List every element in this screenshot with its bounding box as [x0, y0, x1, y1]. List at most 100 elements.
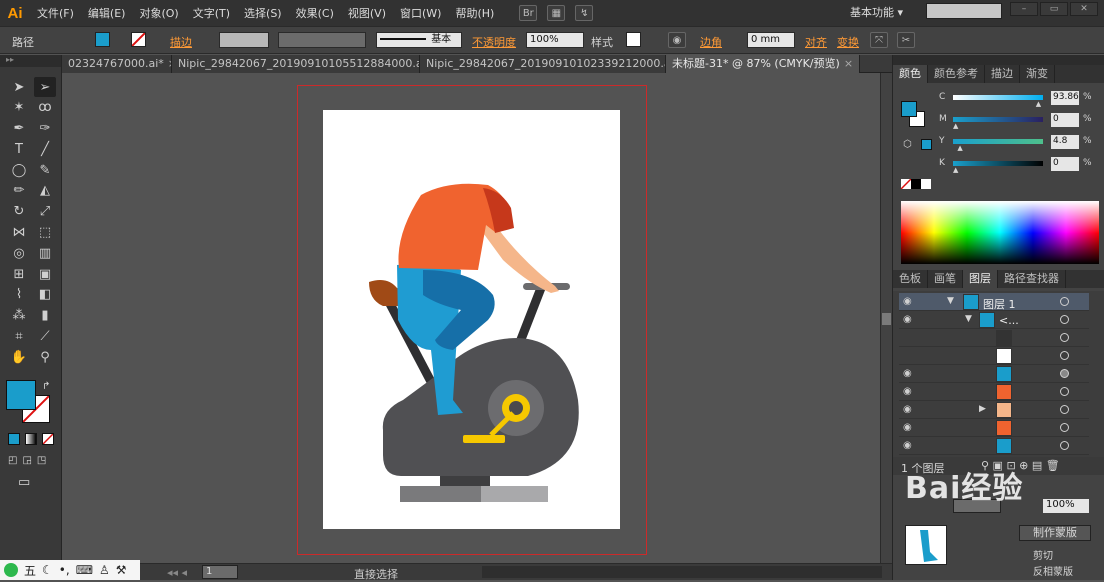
draw-inside-icon[interactable]: ◳ — [37, 455, 46, 466]
channel-slider[interactable] — [953, 161, 1043, 166]
layer-item[interactable]: ◉ — [899, 437, 1089, 455]
color-fill-indicator[interactable] — [901, 101, 917, 117]
panel-tab[interactable]: 色板 — [893, 270, 928, 288]
bridge-icon[interactable]: Br — [519, 5, 538, 21]
channel-value-field[interactable]: 93.86 — [1051, 91, 1079, 105]
ellipse-tool-icon[interactable]: ◯ — [8, 160, 30, 180]
panel-tab[interactable]: 画笔 — [928, 270, 963, 288]
sublayer-row[interactable]: ◉ ▼ <... — [899, 311, 1089, 329]
eye-icon[interactable]: ◉ — [903, 296, 912, 307]
help-search-input[interactable] — [926, 3, 1002, 19]
scale-tool-icon[interactable]: ⤢ — [34, 202, 56, 222]
layer-item[interactable]: ◉ — [899, 419, 1089, 437]
target-icon[interactable] — [1060, 315, 1069, 324]
target-icon[interactable] — [1060, 405, 1069, 414]
fill-color-front[interactable] — [6, 380, 36, 410]
gradient-tool-icon[interactable]: ▣ — [34, 264, 56, 284]
ime-logo-icon[interactable] — [4, 563, 18, 577]
options-icon[interactable]: ✂ — [897, 32, 915, 48]
white-swatch[interactable] — [921, 179, 931, 189]
eraser-tool-icon[interactable]: ◭ — [34, 181, 56, 201]
person-icon[interactable]: ♙ — [99, 563, 110, 577]
cyclist-illustration[interactable] — [323, 110, 620, 529]
eye-icon[interactable]: ◉ — [903, 314, 912, 325]
draw-behind-icon[interactable]: ◲ — [22, 455, 31, 466]
corner-field[interactable]: 0 mm — [747, 32, 795, 48]
transform-link[interactable]: 变换 — [837, 34, 859, 50]
swap-colors-icon[interactable]: ↱ — [42, 381, 50, 392]
make-mask-button[interactable]: 制作蒙版 — [1019, 525, 1091, 541]
opacity-field[interactable]: 100% — [526, 32, 584, 48]
screen-mode-icon[interactable]: ▭ — [18, 475, 30, 490]
eyedropper-tool-icon[interactable]: ⌇ — [8, 285, 30, 305]
panel-tab[interactable]: 渐变 — [1020, 65, 1055, 83]
panel-tab[interactable]: 路径查找器 — [998, 270, 1066, 288]
black-swatch[interactable] — [911, 179, 921, 189]
free-transform-tool-icon[interactable]: ⬚ — [34, 223, 56, 243]
eye-icon[interactable]: ◉ — [903, 440, 912, 451]
artboard-nav-icon[interactable]: ◂◂ ◂ — [167, 566, 187, 579]
panel-tab[interactable]: 描边 — [985, 65, 1020, 83]
target-icon[interactable] — [1060, 351, 1069, 360]
rotate-tool-icon[interactable]: ↻ — [8, 202, 30, 222]
channel-value-field[interactable]: 4.8 — [1051, 135, 1079, 149]
pencil-tool-icon[interactable]: ✏ — [8, 181, 30, 201]
slider-knob[interactable]: ▲ — [957, 144, 962, 152]
none-swatch[interactable] — [901, 179, 911, 189]
tab-close-icon[interactable]: × — [844, 57, 853, 70]
none-mode-icon[interactable] — [42, 433, 54, 445]
maximize-icon[interactable]: ▭ — [1040, 2, 1068, 16]
workspace-switcher[interactable]: 基本功能 ▾ — [850, 4, 903, 20]
isolate-icon[interactable]: ⤧ — [870, 32, 888, 48]
mesh-tool-icon[interactable]: ⊞ — [8, 264, 30, 284]
corner-link[interactable]: 边角 — [700, 34, 722, 50]
stroke-style-dropdown[interactable]: 基本 — [376, 32, 462, 48]
invert-mask-checkbox[interactable]: 反相蒙版 — [1033, 563, 1073, 578]
layer-item[interactable]: ◉ — [899, 365, 1089, 383]
gradient-mode-icon[interactable] — [25, 433, 37, 445]
stroke-swatch[interactable] — [131, 32, 146, 47]
target-icon[interactable] — [1060, 423, 1069, 432]
zoom-tool-icon[interactable]: ⚲ — [34, 347, 56, 367]
line-tool-icon[interactable]: ╱ — [34, 139, 56, 159]
slider-knob[interactable]: ▲ — [953, 122, 958, 130]
layer-item[interactable]: ◉ ▶ — [899, 401, 1089, 419]
ime-mode[interactable]: 五 — [24, 562, 36, 579]
blend-tool-icon[interactable]: ◧ — [34, 285, 56, 305]
close-icon[interactable]: ✕ — [1070, 2, 1098, 16]
lasso-tool-icon[interactable]: ꝏ — [34, 98, 56, 118]
width-tool-icon[interactable]: ⋈ — [8, 223, 30, 243]
punctuation-icon[interactable]: •, — [59, 563, 70, 577]
curvature-tool-icon[interactable]: ✑ — [34, 119, 56, 139]
expand-icon[interactable]: ▼ — [965, 314, 972, 324]
variable-width-dropdown[interactable] — [278, 32, 366, 48]
target-icon[interactable] — [1060, 441, 1069, 450]
stroke-weight-field[interactable] — [219, 32, 269, 48]
direct-selection-tool-icon[interactable]: ➢ — [34, 77, 56, 97]
layer-item[interactable] — [899, 329, 1089, 347]
menu-item[interactable]: 效果(C) — [289, 5, 341, 21]
minimize-icon[interactable]: – — [1010, 2, 1038, 16]
stroke-link[interactable]: 描边 — [170, 34, 192, 50]
channel-value-field[interactable]: 0 — [1051, 113, 1079, 127]
align-link[interactable]: 对齐 — [805, 34, 827, 50]
menu-item[interactable]: 编辑(E) — [81, 5, 133, 21]
target-icon[interactable] — [1060, 333, 1069, 342]
expand-icon[interactable]: ▶ — [979, 404, 986, 414]
vertical-scrollbar[interactable] — [880, 73, 892, 563]
eye-icon[interactable]: ◉ — [903, 404, 912, 415]
color-mode-icon[interactable] — [8, 433, 20, 445]
document-tab[interactable]: Nipic_29842067_20190910102339212000.ai*× — [420, 55, 666, 73]
selection-tool-icon[interactable]: ➤ — [8, 77, 30, 97]
channel-slider[interactable] — [953, 117, 1043, 122]
menu-item[interactable]: 窗口(W) — [393, 5, 448, 21]
document-tab[interactable]: 02324767000.ai*× — [62, 55, 172, 73]
recolor-icon[interactable]: ◉ — [668, 32, 686, 48]
gpu-performance-icon[interactable]: ↯ — [575, 5, 594, 21]
graphic-style-swatch[interactable] — [626, 32, 641, 47]
keyboard-icon[interactable]: ⌨ — [76, 563, 93, 577]
opacity-link[interactable]: 不透明度 — [472, 34, 516, 50]
perspective-grid-tool-icon[interactable]: ▥ — [34, 243, 56, 263]
column-graph-tool-icon[interactable]: ▮ — [34, 306, 56, 326]
panel-tab[interactable]: 颜色参考 — [928, 65, 985, 83]
